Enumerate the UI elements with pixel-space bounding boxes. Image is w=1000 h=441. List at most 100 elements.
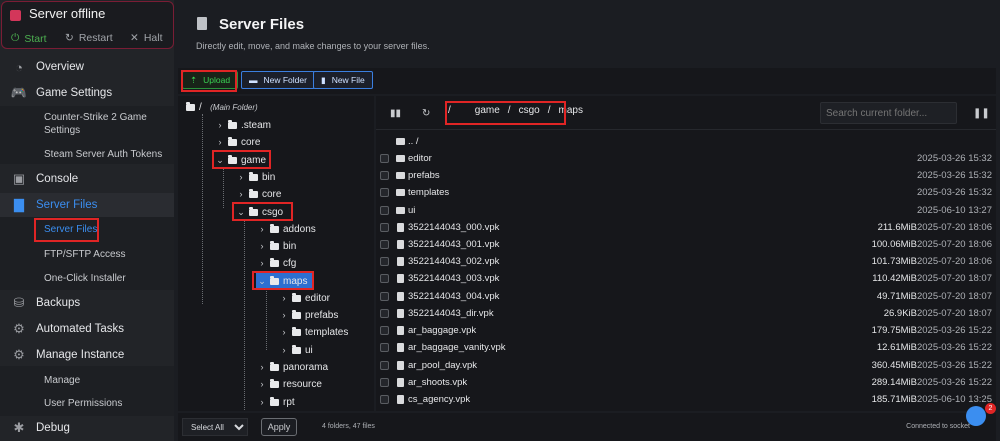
list-item[interactable]: ar_baggage.vpk 179.75MiB 2025-03-26 15:22 [376,322,996,339]
file-icon [397,343,404,352]
row-checkbox[interactable] [380,154,389,163]
folder-icon [396,172,405,179]
tree-guide [266,288,267,350]
new-folder-button[interactable]: ▬ New Folder [241,71,315,89]
sidebar-item-debug[interactable]: ✱ Debug [0,416,174,440]
list-item[interactable]: cs_agency.vpk 185.71MiB 2025-06-10 13:25 [376,391,996,408]
list-item[interactable]: ar_pool_day.vpk 360.45MiB 2025-03-26 15:22 [376,357,996,374]
chat-button[interactable] [966,406,986,426]
folder-icon [396,189,405,196]
list-item[interactable]: 3522144043_000.vpk 211.6MiB 2025-07-20 18:… [376,219,996,236]
sidebar-item-tasks[interactable]: ⚙ Automated Tasks [0,317,174,341]
sidebar-item-manage-sub[interactable]: Manage [44,374,80,387]
restart-button[interactable]: ↻ Restart [65,32,113,44]
folder-icon [270,240,279,250]
tree-node-editor[interactable]: › editor [278,290,330,306]
list-item[interactable]: ar_baggage_vanity.vpk 12.61MiB 2025-03-26 … [376,339,996,356]
row-checkbox[interactable] [380,240,389,249]
list-item[interactable]: 3522144043_002.vpk 101.73MiB 2025-07-20 18… [376,253,996,270]
sidebar-item-overview[interactable]: ◔ Overview [0,55,174,79]
list-item[interactable]: 3522144043_003.vpk 110.42MiB 2025-07-20 18… [376,270,996,287]
row-checkbox[interactable] [380,326,389,335]
tree-node-addons[interactable]: › addons [256,221,316,237]
tree-node-maps[interactable]: ⌄ maps [256,273,312,289]
breadcrumb-maps[interactable]: maps [558,105,582,116]
new-file-button[interactable]: ▮ New File [313,71,373,89]
tree-node-csgo[interactable]: ⌄ csgo [235,204,283,220]
row-checkbox[interactable] [380,395,389,404]
tree-node-steam[interactable]: › .steam [214,117,271,133]
list-item[interactable]: 3522144043_dir.vpk 26.9KiB 2025-07-20 18:0… [376,305,996,322]
tree-node-game[interactable]: ⌄ game [214,152,266,168]
breadcrumb-game[interactable]: game [475,105,500,116]
sidebar-item-ftp[interactable]: FTP/SFTP Access [44,248,126,261]
row-checkbox[interactable] [380,206,389,215]
breadcrumb-csgo[interactable]: csgo [519,105,540,116]
sidebar-item-user-permissions[interactable]: User Permissions [44,397,122,410]
tree-node-ui[interactable]: › ui [278,342,313,358]
tree-root[interactable]: / (Main Folder) [184,99,258,115]
sidebar-item-server-files[interactable]: ▇ Server Files [0,193,174,217]
row-checkbox[interactable] [380,292,389,301]
folder-icon [270,396,279,406]
tree-node-bin[interactable]: › bin [235,169,275,185]
file-icon [397,257,404,266]
apply-button[interactable]: Apply [261,418,297,436]
list-item[interactable]: editor 2025-03-26 15:32 [376,150,996,167]
sidebar-item-cs2-settings[interactable]: Counter-Strike 2 Game Settings [44,111,154,137]
page-subtitle: Directly edit, move, and make changes to… [196,41,430,51]
tree-node-panorama[interactable]: › panorama [256,359,328,375]
refresh-icon[interactable]: ↻ [422,108,430,119]
folder-tree[interactable]: / (Main Folder) › .steam › core ⌄ game › bin… [178,96,374,411]
row-checkbox[interactable] [380,378,389,387]
columns-icon[interactable]: ▮▮ [390,108,401,119]
bulk-action-select[interactable]: Select All [182,418,248,436]
tree-node-rpt[interactable]: › rpt [256,394,295,410]
halt-button[interactable]: ✕ Halt [130,32,163,44]
tree-node-core[interactable]: › core [214,134,260,150]
sidebar-item-backups[interactable]: ⛁ Backups [0,291,174,315]
file-plus-icon: ▮ [321,74,326,85]
chevron-right-icon: › [260,362,264,372]
tree-node-resource[interactable]: › resource [256,376,322,392]
upload-button[interactable]: ⇡ Upload [182,71,239,89]
tree-node-cfg[interactable]: › cfg [256,255,296,271]
search-input[interactable] [820,102,957,124]
pause-icon[interactable]: ❚❚ [973,108,990,119]
sidebar-item-console[interactable]: ▣ Console [0,167,174,191]
list-item[interactable]: prefabs 2025-03-26 15:32 [376,167,996,184]
row-checkbox[interactable] [380,223,389,232]
folder-icon [292,344,301,354]
list-item-parent[interactable]: .. / [376,133,996,150]
sidebar-item-auth-tokens[interactable]: Steam Server Auth Tokens [44,148,162,161]
breadcrumb-root[interactable]: / [448,105,451,116]
row-checkbox[interactable] [380,188,389,197]
tree-root-note: (Main Folder) [210,102,258,112]
sidebar-item-game-settings[interactable]: 🎮 Game Settings [0,81,174,105]
list-item[interactable]: ar_shoots.vpk 289.14MiB 2025-03-26 15:22 [376,374,996,391]
list-item[interactable]: 3522144043_001.vpk 100.06MiB 2025-07-20 18… [376,236,996,253]
folder-icon [186,101,195,111]
file-icon: ▇ [14,197,24,212]
row-checkbox[interactable] [380,274,389,283]
sidebar-item-manage[interactable]: ⚙ Manage Instance [0,343,174,367]
row-checkbox[interactable] [380,171,389,180]
tree-node-templates[interactable]: › templates [278,324,348,340]
list-item[interactable]: 3522144043_004.vpk 49.71MiB 2025-07-20 18:… [376,288,996,305]
sidebar-item-server-files-sub[interactable]: Server Files [44,223,97,236]
tree-node-core[interactable]: › core [235,186,281,202]
row-checkbox[interactable] [380,257,389,266]
folder-icon [270,275,279,285]
sidebar-item-installer[interactable]: One-Click Installer [44,272,126,285]
row-checkbox[interactable] [380,343,389,352]
tree-node-bin[interactable]: › bin [256,238,296,254]
tree-node-prefabs[interactable]: › prefabs [278,307,338,323]
chevron-down-icon: ⌄ [216,154,224,165]
row-checkbox[interactable] [380,309,389,318]
file-count: 4 folders, 47 files [322,423,375,430]
chevron-right-icon: › [260,258,264,268]
row-checkbox[interactable] [380,361,389,370]
start-button[interactable]: ⏻ Start [11,32,47,45]
list-item[interactable]: ui 2025-06-10 13:27 [376,202,996,219]
list-item[interactable]: templates 2025-03-26 15:32 [376,184,996,201]
